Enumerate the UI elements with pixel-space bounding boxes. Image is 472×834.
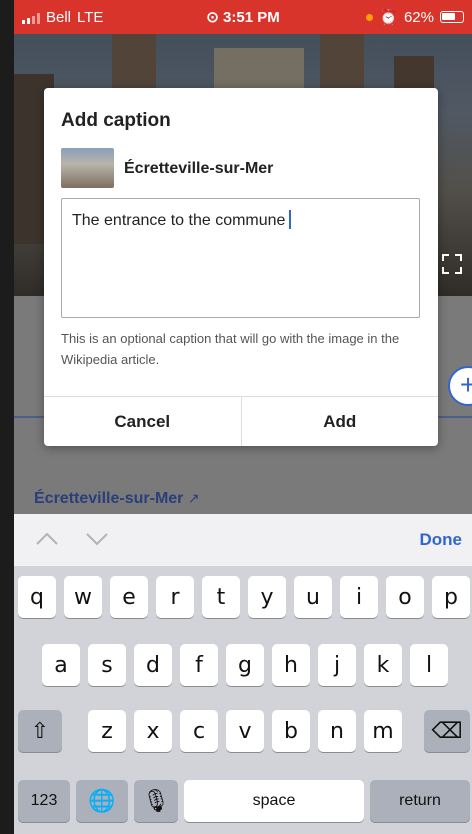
return-key[interactable]: return <box>370 780 470 822</box>
location-icon: ⊙ <box>206 9 219 26</box>
key-c[interactable]: c <box>180 710 218 752</box>
key-p[interactable]: p <box>432 576 470 618</box>
battery-group: ⏰ 62% <box>366 8 464 26</box>
globe-key[interactable]: 🌐 <box>76 780 128 822</box>
key-x[interactable]: x <box>134 710 172 752</box>
done-button[interactable]: Done <box>420 530 463 550</box>
chevron-down-icon[interactable] <box>86 532 108 546</box>
cancel-button[interactable]: Cancel <box>44 397 241 446</box>
key-k[interactable]: k <box>364 644 402 686</box>
caption-input[interactable]: The entrance to the commune <box>61 198 420 318</box>
key-n[interactable]: n <box>318 710 356 752</box>
key-w[interactable]: w <box>64 576 102 618</box>
key-r[interactable]: r <box>156 576 194 618</box>
key-f[interactable]: f <box>180 644 218 686</box>
clock: 3:51 PM <box>223 9 280 26</box>
microphone-icon: 🎙 <box>142 788 170 814</box>
add-caption-dialog: Add caption Écretteville-sur-Mer The ent… <box>44 88 438 446</box>
key-q[interactable]: q <box>18 576 56 618</box>
alarm-icon: ⏰ <box>379 9 398 26</box>
key-t[interactable]: t <box>202 576 240 618</box>
key-l[interactable]: l <box>410 644 448 686</box>
shift-key[interactable]: ⇧ <box>18 710 62 752</box>
space-key[interactable]: space <box>184 780 364 822</box>
backspace-key[interactable]: ⌫ <box>424 710 470 752</box>
status-bar: Bell LTE ⊙ 3:51 PM ⏰ 62% <box>14 0 472 34</box>
mic-indicator-icon <box>366 13 374 21</box>
chevron-up-icon[interactable] <box>36 532 58 546</box>
battery-icon <box>440 11 464 23</box>
globe-icon: 🌐 <box>88 788 116 814</box>
key-s[interactable]: s <box>88 644 126 686</box>
dialog-title: Add caption <box>61 110 171 131</box>
key-i[interactable]: i <box>340 576 378 618</box>
keyboard: Done qwertyuiopasdfghjklzxcvbnm ⇧ ⌫ 123 … <box>14 514 472 834</box>
caption-text: The entrance to the commune <box>72 212 286 229</box>
numbers-key[interactable]: 123 <box>18 780 70 822</box>
external-link-icon: ↗ <box>187 490 200 506</box>
key-m[interactable]: m <box>364 710 402 752</box>
key-z[interactable]: z <box>88 710 126 752</box>
phone-screen: Bell LTE ⊙ 3:51 PM ⏰ 62% Écretteville-su… <box>14 0 472 834</box>
text-cursor <box>289 210 292 229</box>
key-o[interactable]: o <box>386 576 424 618</box>
key-d[interactable]: d <box>134 644 172 686</box>
battery-percent: 62% <box>403 8 434 26</box>
key-a[interactable]: a <box>42 644 80 686</box>
add-button[interactable]: Add <box>240 397 439 446</box>
article-link[interactable]: Écretteville-sur-Mer ↗ <box>34 490 200 508</box>
backspace-icon: ⌫ <box>431 718 463 744</box>
key-j[interactable]: j <box>318 644 356 686</box>
keyboard-toolbar: Done <box>14 514 472 566</box>
key-h[interactable]: h <box>272 644 310 686</box>
dialog-footer: Cancel Add <box>44 396 438 446</box>
key-v[interactable]: v <box>226 710 264 752</box>
shift-icon: ⇧ <box>30 718 50 744</box>
caption-helper-text: This is an optional caption that will go… <box>61 331 400 367</box>
article-link-text: Écretteville-sur-Mer <box>34 490 184 507</box>
expand-icon[interactable] <box>442 254 462 274</box>
dictation-key[interactable]: 🎙 <box>134 780 178 822</box>
key-e[interactable]: e <box>110 576 148 618</box>
key-u[interactable]: u <box>294 576 332 618</box>
dialog-article-name: Écretteville-sur-Mer <box>124 160 274 177</box>
article-thumbnail <box>61 148 114 188</box>
key-b[interactable]: b <box>272 710 310 752</box>
key-g[interactable]: g <box>226 644 264 686</box>
key-y[interactable]: y <box>248 576 286 618</box>
